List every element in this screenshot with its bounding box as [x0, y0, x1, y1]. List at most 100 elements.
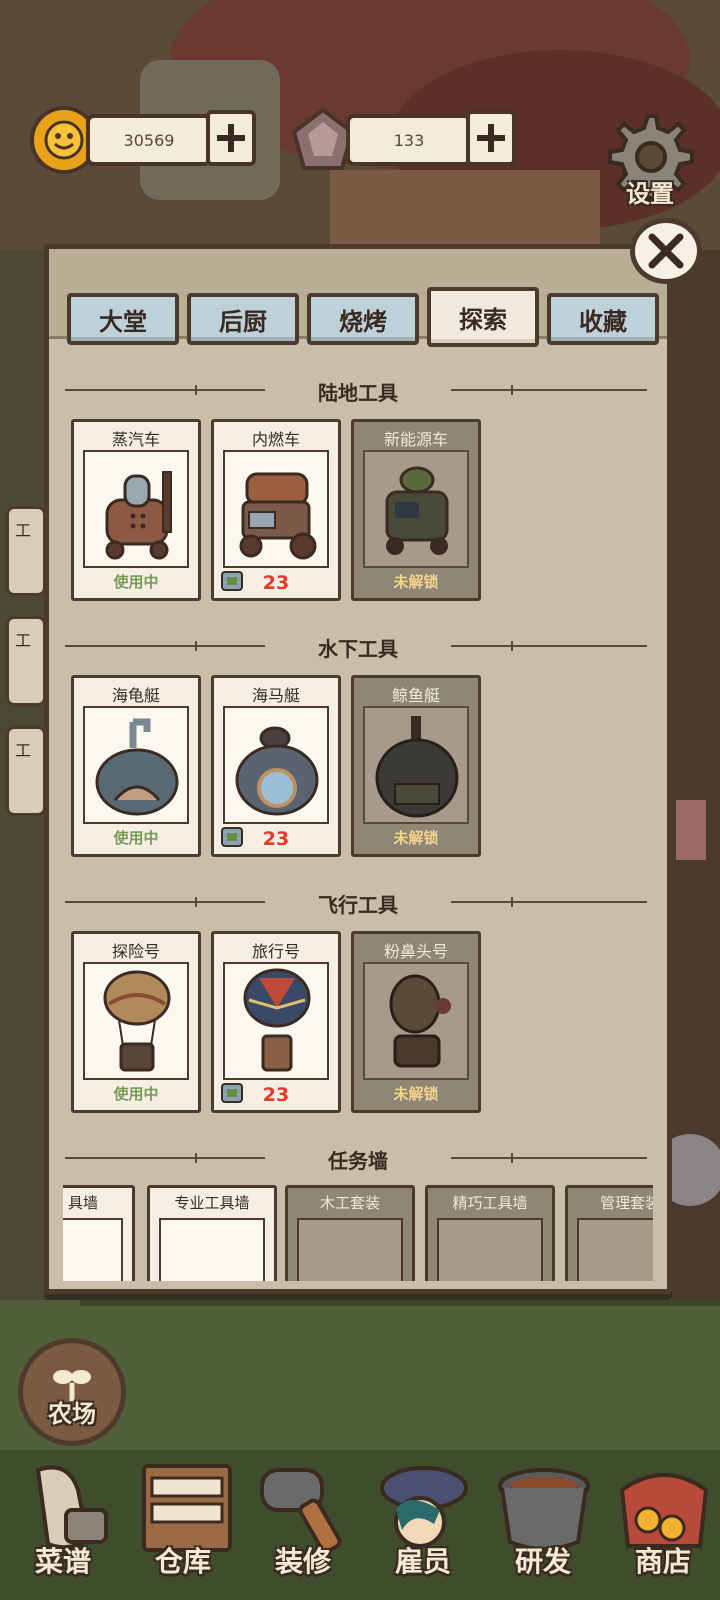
item-card-steam-car[interactable]: 蒸汽车 使用中 [71, 419, 201, 601]
card-status: 使用中 [113, 573, 159, 591]
nav-recipes[interactable]: 菜谱 [4, 1460, 122, 1600]
card-cost: 23 [262, 572, 290, 594]
tab-label: 后厨 [219, 307, 267, 336]
side-tag-label: 工 [15, 631, 32, 650]
card-cost: 23 [262, 1084, 290, 1106]
card-title: 旅行号 [251, 942, 300, 961]
card-status: 未解锁 [393, 1085, 439, 1103]
add-coins-button[interactable] [206, 110, 256, 166]
close-button[interactable] [630, 218, 702, 284]
item-card-seahorse-sub[interactable]: 海马艇 23 [211, 675, 341, 857]
card-title: 具墙 [67, 1194, 98, 1212]
tab-bbq[interactable]: 烧烤 [307, 293, 419, 345]
section-divider [451, 897, 647, 907]
card-title: 精巧工具墙 [452, 1194, 528, 1212]
side-tag-2[interactable]: 工 [6, 616, 46, 706]
nav-warehouse[interactable]: 仓库 [124, 1460, 242, 1600]
tab-explore[interactable]: 探索 [427, 287, 539, 347]
card-title: 新能源车 [383, 430, 448, 449]
task-art [297, 1218, 403, 1281]
side-tag-3[interactable]: 工 [6, 726, 46, 816]
close-icon [648, 233, 684, 269]
card-title: 粉鼻头号 [383, 942, 448, 961]
farm-label: 农场 [48, 1400, 96, 1428]
card-title: 木工套装 [319, 1194, 380, 1212]
tab-label: 探索 [459, 305, 507, 334]
steam-car-art [83, 450, 189, 568]
task-card-tool-wall[interactable]: 具墙 [63, 1185, 135, 1281]
section-divider [451, 641, 647, 651]
whale-sub-art [363, 706, 469, 824]
gem-count-value: 133 [393, 130, 425, 150]
coin-count: 30569 [86, 114, 212, 166]
card-title: 内燃车 [251, 430, 300, 449]
tab-collection[interactable]: 收藏 [547, 293, 659, 345]
plus-icon [477, 124, 505, 152]
pink-nose-art [363, 962, 469, 1080]
card-title: 海龟艇 [111, 686, 160, 705]
section-title-tasks: 任务墙 [328, 1149, 388, 1173]
nav-label: 装修 [274, 1545, 331, 1578]
exploration-panel: 大堂 后厨 烧烤 探索 收藏 陆地工具 蒸汽车 使用中 内燃车 23 新能源车 … [44, 244, 672, 1294]
task-art [577, 1218, 653, 1281]
plus-icon [217, 124, 245, 152]
nav-decorate[interactable]: 装修 [244, 1460, 362, 1600]
travel-balloon-art [223, 962, 329, 1080]
task-art [159, 1218, 265, 1281]
nav-label: 菜谱 [34, 1545, 91, 1578]
task-card-woodwork-set[interactable]: 木工套装 [285, 1185, 415, 1281]
tab-kitchen[interactable]: 后厨 [187, 293, 299, 345]
card-status: 使用中 [113, 1085, 159, 1103]
tab-label: 收藏 [579, 307, 627, 336]
task-card-management-set[interactable]: 管理套装 [565, 1185, 653, 1281]
card-status: 使用中 [113, 829, 159, 847]
nav-staff[interactable]: 雇员 [364, 1460, 482, 1600]
card-title: 管理套装 [599, 1194, 653, 1212]
item-card-whale-sub[interactable]: 鲸鱼艇 未解锁 [351, 675, 481, 857]
add-gems-button[interactable] [466, 110, 516, 166]
item-card-explorer-balloon[interactable]: 探险号 使用中 [71, 931, 201, 1113]
item-card-travel-balloon[interactable]: 旅行号 23 [211, 931, 341, 1113]
side-tag-1[interactable]: 工 [6, 506, 46, 596]
section-title-air: 飞行工具 [318, 893, 398, 917]
card-title: 蒸汽车 [111, 430, 160, 449]
side-tag-label: 工 [15, 741, 32, 760]
explorer-balloon-art [83, 962, 189, 1080]
item-card-new-energy-car[interactable]: 新能源车 未解锁 [351, 419, 481, 601]
card-title: 探险号 [111, 942, 160, 961]
item-card-pink-nose[interactable]: 粉鼻头号 未解锁 [351, 931, 481, 1113]
nav-research[interactable]: 研发 [484, 1460, 602, 1600]
task-wall-strip: 具墙 专业工具墙 木工套装 精巧工具墙 管理套装 [63, 1185, 653, 1281]
nav-label: 商店 [634, 1545, 691, 1578]
combustion-car-art [223, 450, 329, 568]
nav-label: 仓库 [154, 1545, 211, 1578]
nav-shop[interactable]: 商店 [604, 1460, 720, 1600]
card-status: 未解锁 [393, 829, 439, 847]
section-title-water: 水下工具 [318, 637, 398, 661]
item-card-combustion-car[interactable]: 内燃车 23 [211, 419, 341, 601]
card-title: 鲸鱼艇 [391, 686, 440, 705]
nav-label: 雇员 [394, 1545, 451, 1578]
section-title-land: 陆地工具 [318, 381, 398, 405]
tab-label: 大堂 [99, 307, 147, 336]
task-art [63, 1218, 123, 1281]
turtle-sub-art [83, 706, 189, 824]
settings-label[interactable]: 设置 [598, 174, 702, 209]
gem-count: 133 [346, 114, 472, 166]
farm-button[interactable] [18, 1338, 126, 1446]
section-divider [451, 1153, 647, 1163]
task-card-pro-tool-wall[interactable]: 专业工具墙 [147, 1185, 277, 1281]
new-energy-car-art [363, 450, 469, 568]
task-art [437, 1218, 543, 1281]
item-card-turtle-sub[interactable]: 海龟艇 使用中 [71, 675, 201, 857]
nav-label: 研发 [514, 1545, 571, 1578]
card-title: 海马艇 [251, 686, 300, 705]
tab-lobby[interactable]: 大堂 [67, 293, 179, 345]
seahorse-sub-art [223, 706, 329, 824]
tab-bar: 大堂 后厨 烧烤 探索 收藏 [67, 287, 659, 347]
coin-count-value: 30569 [123, 130, 175, 150]
card-cost: 23 [262, 828, 290, 850]
task-card-fine-tool-wall[interactable]: 精巧工具墙 [425, 1185, 555, 1281]
section-divider [451, 385, 647, 395]
tab-label: 烧烤 [339, 307, 387, 336]
